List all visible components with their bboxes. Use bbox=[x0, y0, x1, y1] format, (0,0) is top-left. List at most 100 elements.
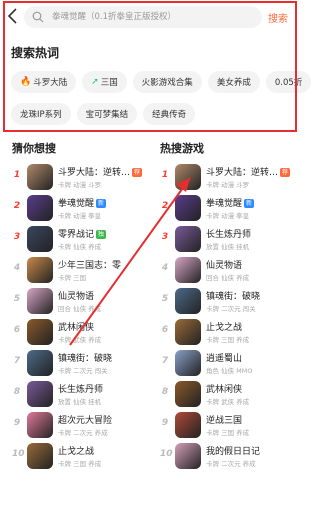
game-icon[interactable] bbox=[27, 381, 53, 407]
game-name: 拳魂觉醒新 bbox=[206, 196, 255, 209]
game-name-text: 长生炼丹师 bbox=[58, 385, 104, 395]
tag-label: 龙珠IP系列 bbox=[20, 110, 62, 120]
game-icon[interactable] bbox=[175, 288, 201, 314]
game-tags: 卡牌 动漫 斗罗 bbox=[58, 181, 102, 189]
hot-search-tag[interactable]: ➚ 三国 bbox=[82, 71, 127, 93]
game-icon[interactable] bbox=[27, 288, 53, 314]
search-placeholder: 拳魂觉醒（0.1折拳皇正版授权） bbox=[52, 12, 177, 22]
game-name-text: 武林闲侠 bbox=[206, 385, 243, 395]
game-name: 武林闲侠 bbox=[58, 320, 94, 333]
game-icon[interactable] bbox=[175, 443, 201, 469]
rank-number: 7 bbox=[13, 356, 21, 366]
hot-search-tag[interactable]: 美女养成 bbox=[207, 71, 260, 93]
rank-number: 7 bbox=[161, 356, 169, 366]
game-tags: 卡牌 三国 养成 bbox=[206, 429, 250, 437]
game-icon[interactable] bbox=[175, 381, 201, 407]
game-name: 拳魂觉醒新 bbox=[58, 196, 107, 209]
game-icon[interactable] bbox=[27, 195, 53, 221]
rank-number: 5 bbox=[13, 294, 21, 304]
hot-search-tag[interactable]: 龙珠IP系列 bbox=[11, 103, 71, 125]
list-item[interactable]: 5 镇魂街：破晓 卡牌 二次元 闯关 bbox=[160, 286, 305, 317]
game-tags: 卡牌 二次元 养成 bbox=[206, 460, 256, 468]
game-name: 斗罗大陆：逆转… 荐 bbox=[206, 165, 291, 178]
tag-label: 斗罗大陆 bbox=[33, 78, 68, 88]
hot-games-list: 热搜游戏 1 斗罗大陆：逆转… 荐卡牌 动漫 斗罗 2 拳魂觉醒新卡牌 动漫 拳皇 3 长生… bbox=[160, 140, 305, 472]
hot-search-tag[interactable]: 0.05折 bbox=[265, 71, 312, 93]
game-icon[interactable] bbox=[175, 319, 201, 345]
game-icon[interactable] bbox=[27, 350, 53, 376]
game-badge: 荐 bbox=[280, 168, 291, 177]
guess-list: 猜你想搜 1 斗罗大陆：逆转… 荐卡牌 动漫 斗罗 2 拳魂觉醒新卡牌 动漫 拳皇 3 零界… bbox=[12, 140, 157, 472]
list-item[interactable]: 6 武林闲侠 卡牌 武侠 养成 bbox=[12, 317, 157, 348]
game-badge: 独 bbox=[96, 230, 107, 239]
game-icon[interactable] bbox=[175, 164, 201, 190]
list-item[interactable]: 10 我的假日日记 卡牌 二次元 养成 bbox=[160, 441, 305, 472]
game-icon[interactable] bbox=[175, 226, 201, 252]
game-name: 长生炼丹师 bbox=[58, 382, 103, 395]
search-button[interactable]: 搜索 bbox=[268, 10, 288, 25]
game-icon[interactable] bbox=[27, 443, 53, 469]
tag-label: 宝可梦集结 bbox=[85, 110, 129, 120]
game-icon[interactable] bbox=[175, 350, 201, 376]
game-name: 逍遥蜀山 bbox=[206, 351, 242, 364]
hot-search-title: 搜索热词 bbox=[11, 46, 60, 60]
game-icon[interactable] bbox=[27, 319, 53, 345]
hot-search-tag[interactable]: 🔥 斗罗大陆 bbox=[11, 71, 77, 93]
game-icon[interactable] bbox=[175, 257, 201, 283]
game-icon[interactable] bbox=[27, 226, 53, 252]
hot-search-tag[interactable]: 宝可梦集结 bbox=[76, 103, 138, 125]
game-name-text: 仙灵物语 bbox=[206, 261, 243, 271]
game-name: 仙灵物语 bbox=[206, 258, 242, 271]
rank-number: 8 bbox=[161, 387, 169, 397]
list-item[interactable]: 5 仙灵物语 回合 仙侠 养成 bbox=[12, 286, 157, 317]
list-item[interactable]: 4 少年三国志：零 卡牌 三国 bbox=[12, 255, 157, 286]
rank-number: 9 bbox=[13, 418, 21, 428]
list-item[interactable]: 6 止戈之战 卡牌 三国 养成 bbox=[160, 317, 305, 348]
search-input[interactable]: 拳魂觉醒（0.1折拳皇正版授权） bbox=[24, 6, 262, 28]
list-item[interactable]: 3 长生炼丹师 放置 仙侠 挂机 bbox=[160, 224, 305, 255]
search-header: 拳魂觉醒（0.1折拳皇正版授权） 搜索 bbox=[0, 5, 300, 29]
game-badge: 荐 bbox=[132, 168, 143, 177]
tag-label: 三国 bbox=[100, 78, 118, 88]
list-item[interactable]: 1 斗罗大陆：逆转… 荐卡牌 动漫 斗罗 bbox=[160, 162, 305, 193]
search-icon bbox=[32, 11, 44, 23]
list-item[interactable]: 10 止戈之战 卡牌 三国 养成 bbox=[12, 441, 157, 472]
tag-label: 0.05折 bbox=[274, 78, 303, 88]
list-item[interactable]: 7 逍遥蜀山 角色 仙侠 MMO bbox=[160, 348, 305, 379]
list-item[interactable]: 8 武林闲侠 卡牌 武侠 养成 bbox=[160, 379, 305, 410]
list-item[interactable]: 2 拳魂觉醒新卡牌 动漫 拳皇 bbox=[160, 193, 305, 224]
game-badge: 新 bbox=[244, 199, 255, 208]
list-item[interactable]: 9 逆战三国 卡牌 三国 养成 bbox=[160, 410, 305, 441]
game-name-text: 镇魂街：破晓 bbox=[206, 292, 261, 302]
game-tags: 卡牌 二次元 闯关 bbox=[58, 367, 108, 375]
rank-number: 1 bbox=[161, 170, 169, 180]
hot-search-tag[interactable]: 经典传奇 bbox=[143, 103, 196, 125]
list-item[interactable]: 8 长生炼丹师 放置 仙侠 挂机 bbox=[12, 379, 157, 410]
list-item[interactable]: 2 拳魂觉醒新卡牌 动漫 拳皇 bbox=[12, 193, 157, 224]
game-icon[interactable] bbox=[175, 195, 201, 221]
guess-title: 猜你想搜 bbox=[12, 142, 56, 155]
list-item[interactable]: 3 零界战记独卡牌 仙侠 养成 bbox=[12, 224, 157, 255]
game-name-text: 零界战记 bbox=[58, 230, 95, 240]
rank-number: 6 bbox=[13, 325, 21, 335]
game-name: 少年三国志：零 bbox=[58, 258, 121, 271]
game-name-text: 斗罗大陆：逆转… bbox=[206, 168, 279, 178]
game-tags: 卡牌 三国 bbox=[58, 274, 87, 282]
list-item[interactable]: 7 镇魂街：破晓 卡牌 二次元 闯关 bbox=[12, 348, 157, 379]
game-icon[interactable] bbox=[175, 412, 201, 438]
list-item[interactable]: 1 斗罗大陆：逆转… 荐卡牌 动漫 斗罗 bbox=[12, 162, 157, 193]
game-name: 武林闲侠 bbox=[206, 382, 242, 395]
game-icon[interactable] bbox=[27, 412, 53, 438]
game-name-text: 止戈之战 bbox=[58, 447, 95, 457]
game-name: 止戈之战 bbox=[206, 320, 242, 333]
game-icon[interactable] bbox=[27, 257, 53, 283]
back-icon[interactable] bbox=[6, 7, 20, 25]
rank-number: 6 bbox=[161, 325, 169, 335]
hot-search-tag[interactable]: 火影游戏合集 bbox=[132, 71, 202, 93]
list-item[interactable]: 4 仙灵物语 回合 仙侠 养成 bbox=[160, 255, 305, 286]
rank-number: 10 bbox=[160, 449, 173, 459]
list-item[interactable]: 9 超次元大冒险 卡牌 二次元 养成 bbox=[12, 410, 157, 441]
game-icon[interactable] bbox=[27, 164, 53, 190]
game-tags: 卡牌 仙侠 养成 bbox=[58, 243, 102, 251]
rank-number: 4 bbox=[161, 263, 169, 273]
